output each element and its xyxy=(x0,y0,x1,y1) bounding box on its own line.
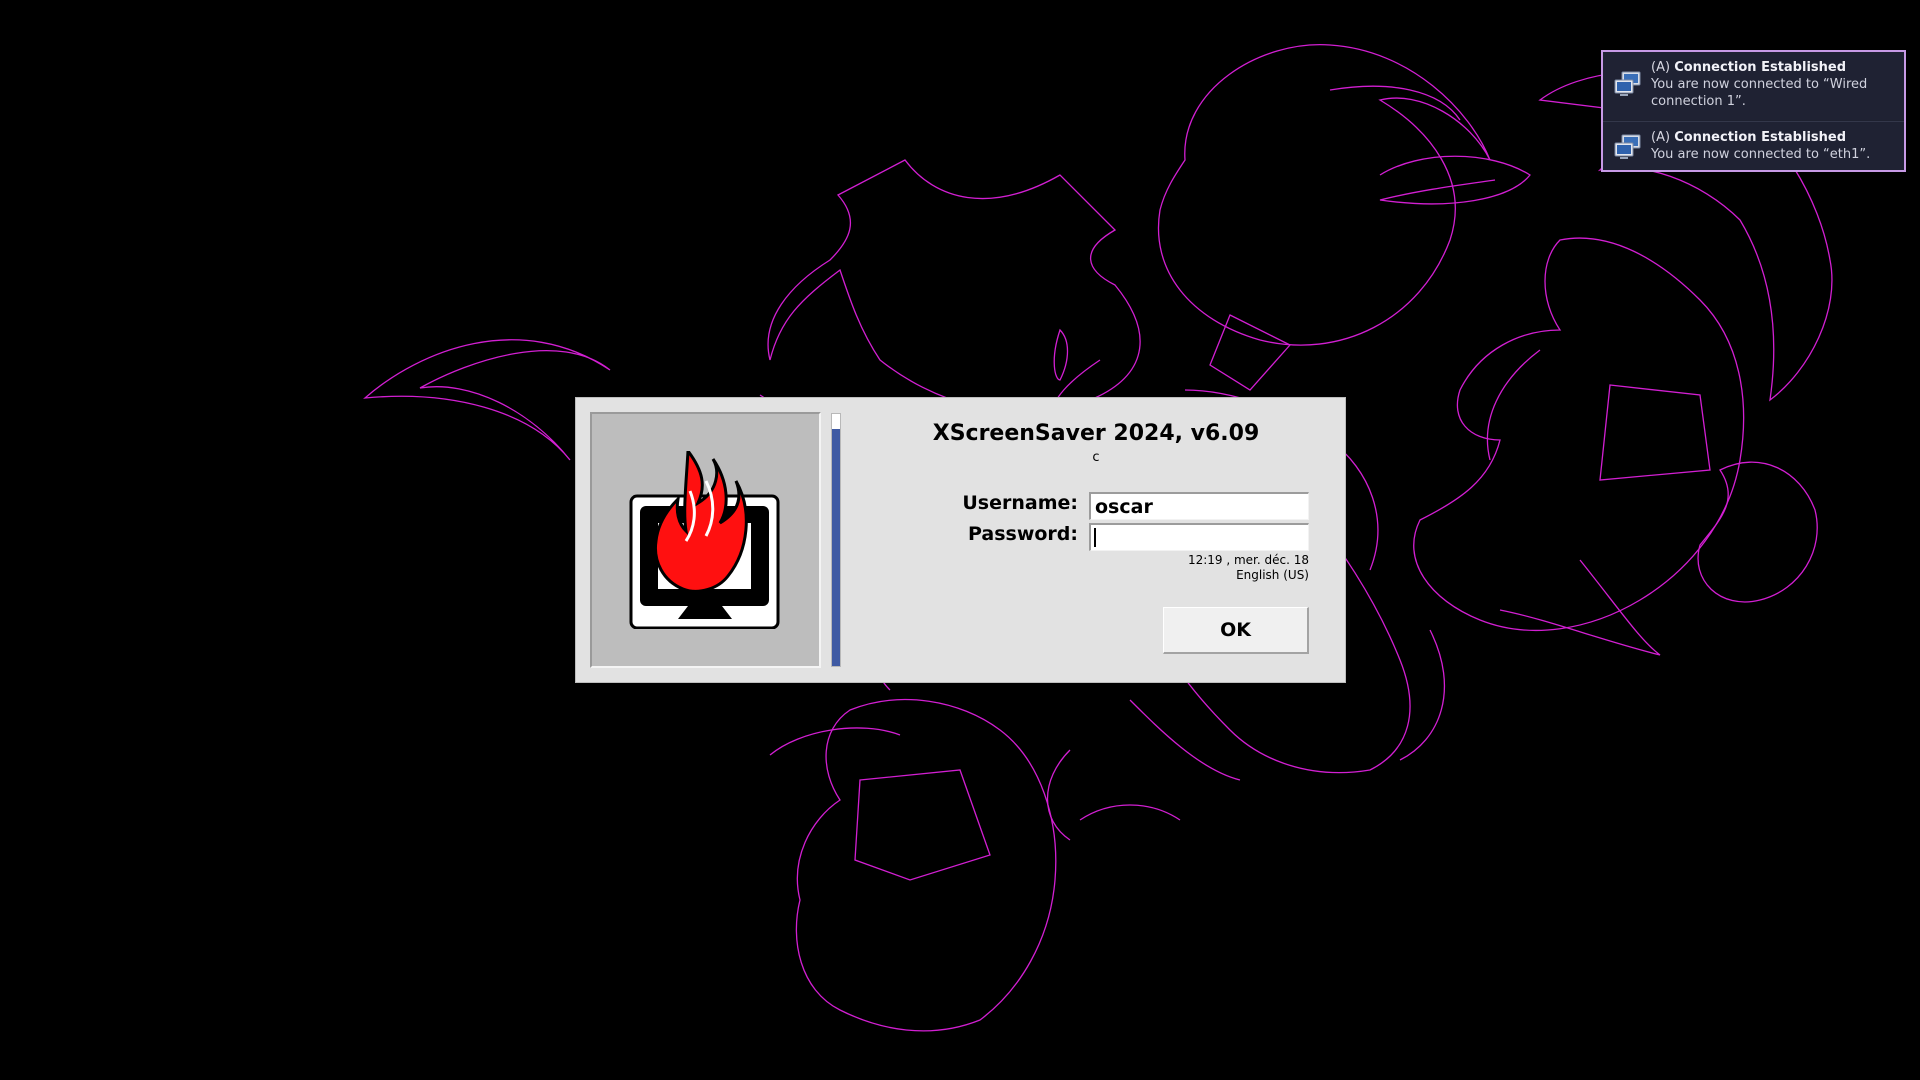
notification-text: (A) Connection Established You are now c… xyxy=(1651,129,1896,163)
timeout-progress-bar xyxy=(831,413,841,667)
text-cursor xyxy=(1094,528,1096,547)
password-field[interactable] xyxy=(1089,523,1309,551)
ok-button[interactable]: OK xyxy=(1163,607,1309,654)
password-label: Password: xyxy=(967,523,1078,545)
notification-prefix: (A) xyxy=(1651,60,1671,75)
notification-stack: (A) Connection Established You are now c… xyxy=(1601,50,1906,172)
notification-prefix: (A) xyxy=(1651,130,1671,145)
network-computer-icon xyxy=(1614,134,1641,159)
dialog-title: XScreenSaver 2024, v6.09 xyxy=(932,421,1260,446)
lock-screen: (A) Connection Established You are now c… xyxy=(0,0,1920,1080)
notification-card[interactable]: (A) Connection Established You are now c… xyxy=(1603,121,1904,170)
notification-body: You are now connected to “eth1”. xyxy=(1651,147,1871,162)
notification-card[interactable]: (A) Connection Established You are now c… xyxy=(1603,52,1904,120)
keyboard-layout-text: English (US) xyxy=(1236,568,1309,582)
notification-text: (A) Connection Established You are now c… xyxy=(1651,59,1896,110)
notification-title: Connection Established xyxy=(1674,130,1847,145)
username-field[interactable] xyxy=(1089,492,1309,520)
clock-date-text: 12:19 , mer. déc. 18 xyxy=(1187,553,1309,567)
unlock-dialog: XScreenSaver 2024, v6.09 c Username: Pas… xyxy=(575,397,1346,683)
dialog-subtitle: c xyxy=(1092,450,1100,465)
username-label: Username: xyxy=(962,492,1078,514)
notification-body: You are now connected to “Wired connecti… xyxy=(1651,77,1868,109)
network-computer-icon xyxy=(1614,71,1641,96)
xscreensaver-logo-icon xyxy=(629,451,780,629)
notification-title: Connection Established xyxy=(1674,60,1847,75)
logo-panel xyxy=(590,412,821,668)
timeout-progress-fill xyxy=(832,429,840,666)
